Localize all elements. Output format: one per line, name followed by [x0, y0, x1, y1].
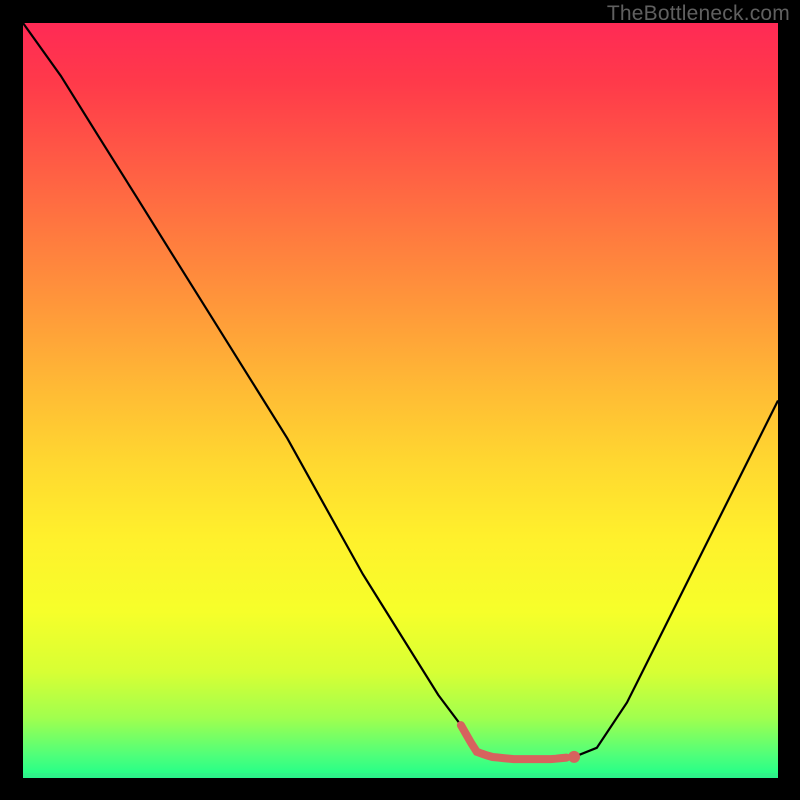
optimal-point-dot — [568, 751, 580, 763]
plot-area — [23, 23, 778, 778]
bottleneck-curve — [23, 23, 778, 759]
curve-svg — [23, 23, 778, 778]
optimal-range-segment — [461, 725, 567, 759]
watermark-text: TheBottleneck.com — [607, 2, 790, 26]
chart-frame: TheBottleneck.com — [0, 0, 800, 800]
